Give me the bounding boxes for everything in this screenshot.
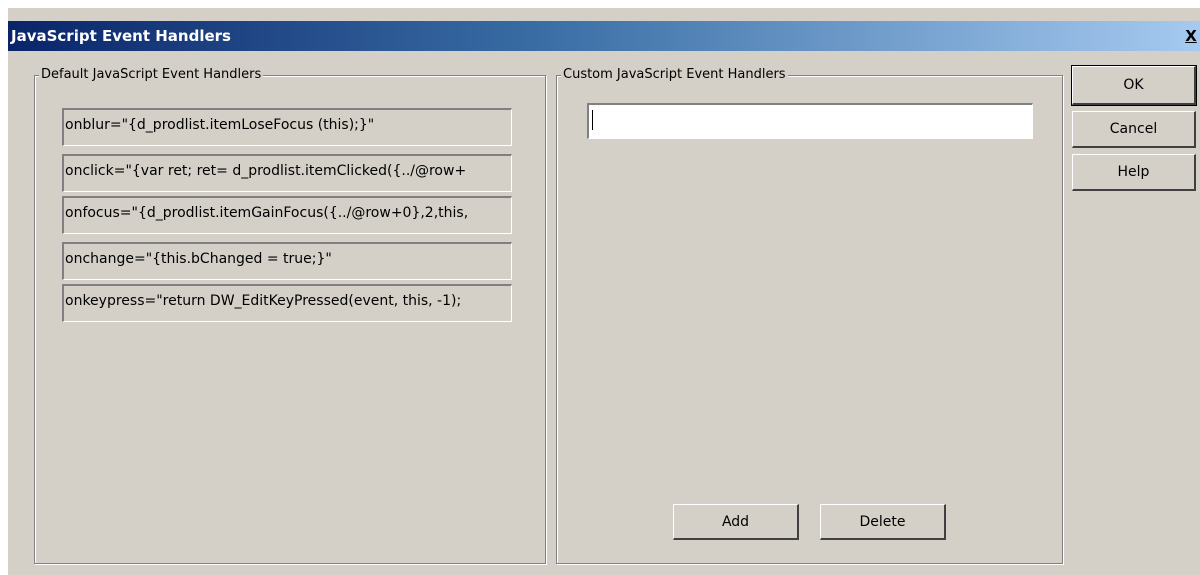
custom-handlers-group-label: Custom JavaScript Event Handlers (561, 67, 788, 83)
close-button[interactable]: X (1182, 27, 1200, 45)
title-bar[interactable]: JavaScript Event Handlers X (8, 21, 1200, 51)
default-handler-text: onkeypress="return DW_EditKeyPressed(eve… (65, 293, 462, 309)
default-handler-text: onblur="{d_prodlist.itemLoseFocus (this)… (65, 117, 375, 133)
default-handler-text: onfocus="{d_prodlist.itemGainFocus({../@… (65, 205, 469, 221)
default-handler-text: onchange="{this.bChanged = true;}" (65, 251, 332, 267)
default-handler-field[interactable]: onblur="{d_prodlist.itemLoseFocus (this)… (62, 108, 512, 146)
help-button[interactable]: Help (1072, 154, 1196, 191)
ok-button-label: OK (1123, 77, 1144, 93)
help-button-label: Help (1117, 164, 1150, 180)
cancel-button-label: Cancel (1109, 121, 1158, 137)
cancel-button[interactable]: Cancel (1072, 111, 1196, 148)
window-title: JavaScript Event Handlers (11, 27, 231, 45)
default-handlers-group-label: Default JavaScript Event Handlers (39, 67, 264, 83)
text-caret (592, 110, 593, 130)
default-handler-field[interactable]: onclick="{var ret; ret= d_prodlist.itemC… (62, 154, 512, 192)
ok-button[interactable]: OK (1071, 65, 1197, 106)
default-handler-field[interactable]: onfocus="{d_prodlist.itemGainFocus({../@… (62, 196, 512, 234)
custom-handler-input[interactable] (587, 103, 1033, 139)
event-handlers-dialog: JavaScript Event Handlers X Default Java… (8, 8, 1200, 575)
delete-button[interactable]: Delete (820, 504, 946, 540)
default-handlers-group: Default JavaScript Event Handlers onblur… (34, 67, 546, 564)
add-button[interactable]: Add (673, 504, 799, 540)
add-button-label: Add (721, 513, 750, 530)
delete-button-label: Delete (859, 513, 906, 530)
custom-handlers-group: Custom JavaScript Event Handlers Add Del… (556, 67, 1063, 564)
default-handler-field[interactable]: onkeypress="return DW_EditKeyPressed(eve… (62, 284, 512, 322)
default-handler-text: onclick="{var ret; ret= d_prodlist.itemC… (65, 163, 467, 179)
default-handler-field[interactable]: onchange="{this.bChanged = true;}" (62, 242, 512, 280)
